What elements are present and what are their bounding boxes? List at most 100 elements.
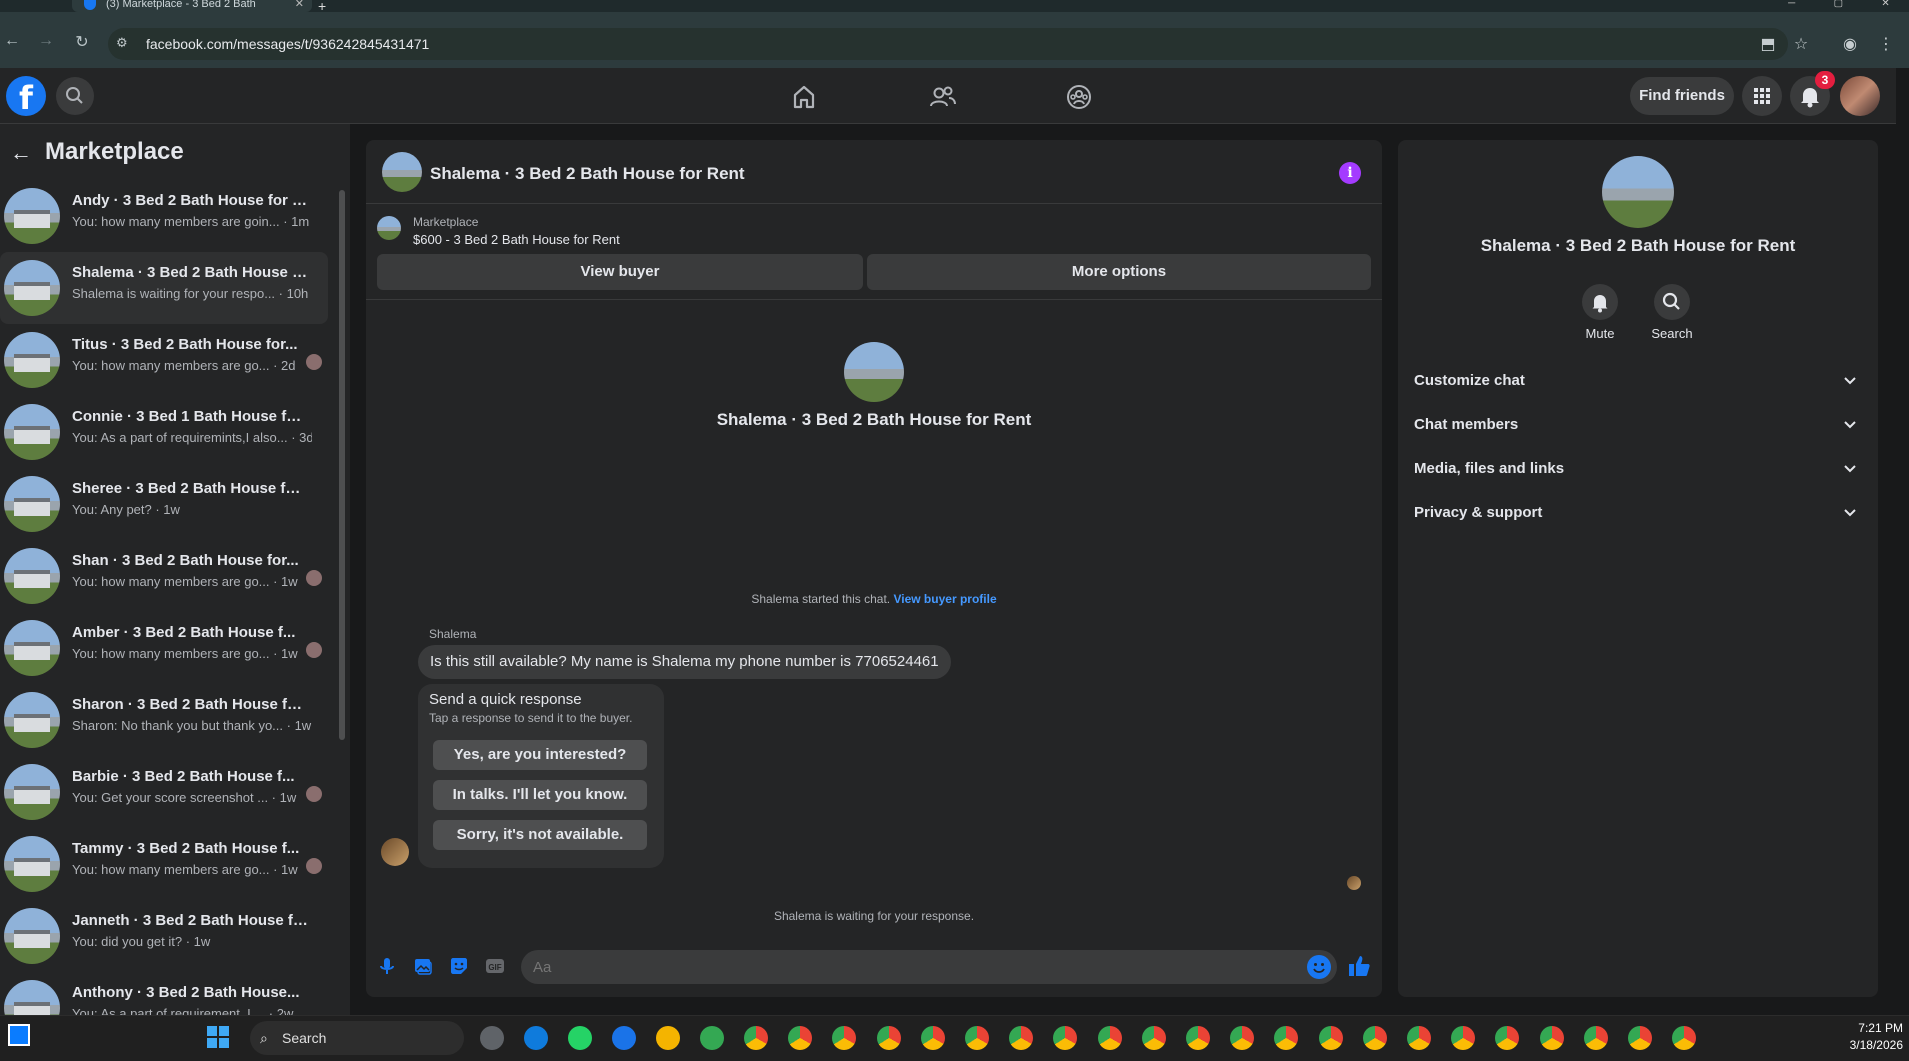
chrome-profile-icon[interactable] xyxy=(1230,1026,1255,1050)
chrome-profile-icon[interactable] xyxy=(1318,1026,1343,1050)
sidebar-scrollbar[interactable] xyxy=(339,190,345,740)
reload-icon[interactable]: ↻ xyxy=(72,32,92,52)
windows-start-icon[interactable] xyxy=(206,1025,230,1049)
chat-title[interactable]: Shalema · 3 Bed 2 Bath House for Rent xyxy=(430,164,745,184)
conversation-item[interactable]: Tammy · 3 Bed 2 Bath House f... You: how … xyxy=(0,828,328,900)
chrome-profile-icon[interactable] xyxy=(1672,1026,1697,1050)
chrome-profile-icon[interactable] xyxy=(965,1026,989,1050)
profile-icon[interactable]: ◉ xyxy=(1840,34,1860,54)
find-friends-button[interactable]: Find friends xyxy=(1630,77,1734,115)
account-avatar[interactable] xyxy=(1840,76,1880,116)
chrome-profile-icon[interactable] xyxy=(788,1026,813,1050)
url-text[interactable]: facebook.com/messages/t/936242845431471 xyxy=(146,36,429,52)
taskbar-date[interactable]: 3/18/2026 xyxy=(1833,1038,1903,1052)
chrome-profile-icon[interactable] xyxy=(744,1026,768,1050)
sender-avatar[interactable] xyxy=(381,838,409,866)
conversation-preview: You: As a part of requiremints,I also...… xyxy=(72,430,312,445)
center-avatar xyxy=(844,342,904,402)
install-app-icon[interactable]: ⬒ xyxy=(1758,34,1778,54)
conversation-name: Amber · 3 Bed 2 Bath House f... xyxy=(72,624,296,641)
message-input[interactable] xyxy=(533,950,1293,984)
chrome-profile-icon[interactable] xyxy=(1186,1026,1210,1050)
close-tab-icon[interactable]: ✕ xyxy=(295,0,304,10)
forward-icon[interactable]: → xyxy=(36,32,56,50)
chrome-profile-icon[interactable] xyxy=(920,1026,945,1050)
conversation-item[interactable]: Shalema · 3 Bed 2 Bath House f... Shalema… xyxy=(0,252,328,324)
quick-response-yes-button[interactable]: Yes, are you interested? xyxy=(433,740,647,770)
privacy-support-section[interactable]: Privacy & support xyxy=(1412,494,1866,534)
friends-icon[interactable] xyxy=(925,80,959,114)
chrome-profile-icon[interactable] xyxy=(1362,1026,1387,1050)
chat-avatar[interactable] xyxy=(382,152,422,192)
browser-tab[interactable]: (3) Marketplace - 3 Bed 2 Bath ✕ xyxy=(72,0,312,12)
conversation-item[interactable]: Connie · 3 Bed 1 Bath House for ... You: … xyxy=(0,396,328,468)
file-explorer-icon[interactable] xyxy=(656,1026,680,1050)
search-in-chat-button[interactable] xyxy=(1654,284,1690,320)
taskbar-time[interactable]: 7:21 PM xyxy=(1833,1021,1903,1035)
chrome-profile-icon[interactable] xyxy=(1583,1026,1608,1050)
task-view-icon[interactable] xyxy=(480,1026,504,1050)
back-arrow-icon[interactable]: ← xyxy=(10,140,32,166)
chrome-profile-icon[interactable] xyxy=(1628,1026,1652,1050)
chrome-profile-icon[interactable] xyxy=(1141,1026,1166,1050)
view-buyer-button[interactable]: View buyer xyxy=(377,254,863,290)
conversation-item[interactable]: Andy · 3 Bed 2 Bath House for R... You: h… xyxy=(0,180,328,252)
conversation-item[interactable]: Titus · 3 Bed 2 Bath House for... You: ho… xyxy=(0,324,328,396)
chat-members-section[interactable]: Chat members xyxy=(1412,406,1866,446)
facebook-search-button[interactable] xyxy=(56,77,94,115)
chrome-profile-icon[interactable] xyxy=(876,1026,901,1050)
emoji-icon[interactable] xyxy=(1307,955,1331,979)
quick-response-in-talks-button[interactable]: In talks. I'll let you know. xyxy=(433,780,647,810)
minimize-icon[interactable]: ─ xyxy=(1788,0,1795,12)
facebook-logo-icon[interactable]: f xyxy=(6,76,46,117)
message-composer[interactable] xyxy=(521,950,1337,984)
chevron-down-icon xyxy=(1844,377,1856,385)
taskbar-search[interactable]: ⌕ Search xyxy=(250,1021,464,1055)
mute-button[interactable] xyxy=(1582,284,1618,320)
site-info-icon[interactable]: ⚙ xyxy=(116,35,134,51)
chrome-profile-icon[interactable] xyxy=(1097,1026,1122,1050)
show-desktop-icon[interactable] xyxy=(8,1024,30,1046)
conversation-item[interactable]: Shan · 3 Bed 2 Bath House for... You: how… xyxy=(0,540,328,612)
conversation-item[interactable]: Barbie · 3 Bed 2 Bath House f... You: Get… xyxy=(0,756,328,828)
chrome-profile-icon[interactable] xyxy=(1407,1026,1431,1050)
thumbs-up-icon[interactable] xyxy=(1346,953,1372,979)
home-icon[interactable] xyxy=(787,80,821,114)
chrome-icon[interactable] xyxy=(700,1026,724,1050)
bookmark-star-icon[interactable]: ☆ xyxy=(1791,34,1811,54)
close-window-icon[interactable]: ✕ xyxy=(1881,0,1889,12)
whatsapp-icon[interactable] xyxy=(568,1026,592,1050)
sticker-icon[interactable] xyxy=(447,954,471,978)
back-icon[interactable]: ← xyxy=(2,32,22,50)
conversation-list: Andy · 3 Bed 2 Bath House for R... You: h… xyxy=(0,180,336,1015)
conversation-item[interactable]: Janneth · 3 Bed 2 Bath House fo... You: d… xyxy=(0,900,328,972)
quick-response-not-available-button[interactable]: Sorry, it's not available. xyxy=(433,820,647,850)
page-scrollbar[interactable] xyxy=(1896,68,1909,1015)
conversation-item[interactable]: Amber · 3 Bed 2 Bath House f... You: how … xyxy=(0,612,328,684)
listing-thumbnail xyxy=(377,216,401,240)
groups-icon[interactable] xyxy=(1062,80,1096,114)
sidebar-title: Marketplace xyxy=(45,138,184,165)
panel-avatar[interactable] xyxy=(1602,156,1674,228)
photo-icon[interactable] xyxy=(411,954,435,978)
browser-menu-icon[interactable]: ⋮ xyxy=(1876,34,1896,54)
more-options-button[interactable]: More options xyxy=(867,254,1371,290)
chrome-profile-icon[interactable] xyxy=(1451,1026,1476,1050)
conversation-item[interactable]: Sheree · 3 Bed 2 Bath House for ... You: … xyxy=(0,468,328,540)
taskbar-search-label: Search xyxy=(282,1030,327,1046)
menu-button[interactable] xyxy=(1742,76,1782,116)
chrome-profile-icon[interactable] xyxy=(1009,1026,1034,1050)
conversation-item[interactable]: Anthony · 3 Bed 2 Bath House... You: As a… xyxy=(0,972,328,1015)
media-files-links-section[interactable]: Media, files and links xyxy=(1412,450,1866,490)
customize-chat-section[interactable]: Customize chat xyxy=(1412,362,1866,402)
chrome-profile-icon[interactable] xyxy=(1539,1026,1564,1050)
maximize-icon[interactable]: ▢ xyxy=(1834,0,1843,12)
notepad-icon[interactable] xyxy=(612,1026,636,1050)
info-icon[interactable]: i xyxy=(1339,162,1361,184)
edge-icon[interactable] xyxy=(524,1026,548,1050)
microphone-icon[interactable] xyxy=(375,954,399,978)
gif-icon[interactable]: GIF xyxy=(483,954,507,978)
view-buyer-profile-link[interactable]: View buyer profile xyxy=(893,592,996,606)
seen-avatar xyxy=(306,786,322,802)
conversation-item[interactable]: Sharon · 3 Bed 2 Bath House for... Sharon… xyxy=(0,684,328,756)
